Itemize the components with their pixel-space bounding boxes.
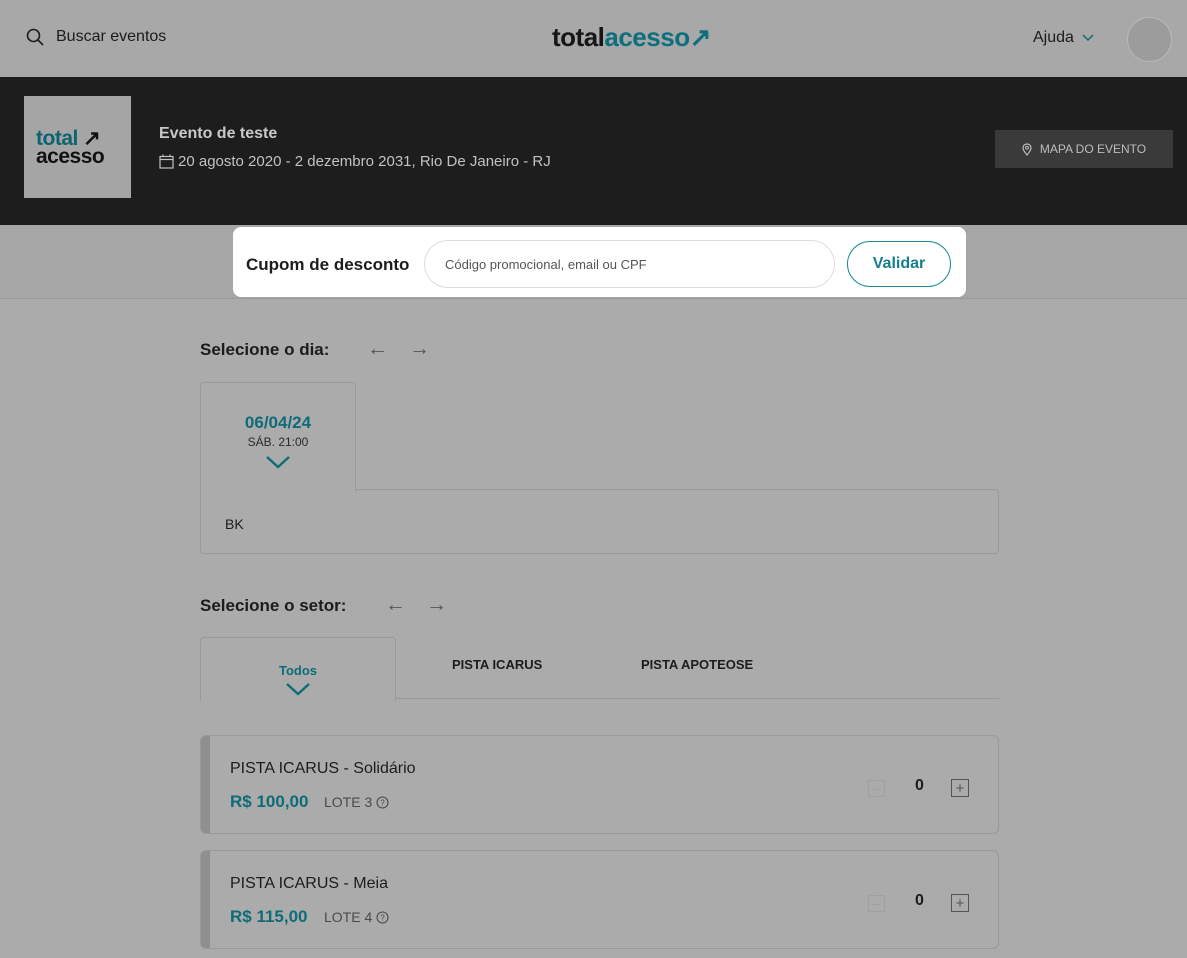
svg-text:?: ?: [381, 798, 386, 807]
ticket-lote-label: LOTE 3: [324, 794, 373, 810]
event-date-location: 20 agosto 2020 - 2 dezembro 2031, Rio De…: [159, 153, 551, 170]
select-sector-heading: Selecione o setor:: [200, 596, 347, 615]
ticket-stripe: [201, 736, 210, 833]
help-label: Ajuda: [1033, 29, 1074, 46]
site-logo[interactable]: totalacesso↗: [552, 22, 711, 53]
day-next-arrow-icon[interactable]: →: [409, 338, 430, 359]
tab-pista-icarus[interactable]: PISTA ICARUS: [452, 657, 542, 672]
increase-quantity-button[interactable]: +: [951, 894, 969, 912]
decrease-quantity-button[interactable]: −: [868, 895, 885, 912]
event-banner: total ↗ acesso Evento de teste 20 agosto…: [0, 77, 1187, 225]
ticket-price: R$ 115,00: [230, 907, 308, 926]
ticket-lote[interactable]: LOTE 3 ?: [324, 794, 389, 810]
help-circle-icon: ?: [376, 795, 389, 809]
day-time: SÁB. 21:00: [247, 435, 309, 449]
ticket-quantity: 0: [915, 892, 924, 909]
ticket-stripe: [201, 851, 210, 948]
ticket-lote[interactable]: LOTE 4 ?: [324, 909, 389, 925]
ticket-name: PISTA ICARUS - Meia: [230, 875, 388, 892]
logo-text-acesso: acesso: [604, 22, 690, 52]
day-panel: BK: [200, 489, 999, 554]
chevron-down-icon: [286, 683, 310, 696]
coupon-input[interactable]: [424, 240, 835, 288]
tab-pista-apoteose[interactable]: PISTA APOTEOSE: [641, 657, 753, 672]
chevron-down-icon: [266, 456, 290, 469]
day-date: 06/04/24: [244, 413, 312, 432]
calendar-icon: [159, 154, 174, 169]
validate-button[interactable]: Validar: [847, 241, 951, 287]
event-title: Evento de teste: [159, 125, 278, 142]
ticket-card: PISTA ICARUS - Solidário R$ 100,00 LOTE …: [200, 735, 999, 834]
svg-text:?: ?: [381, 913, 386, 922]
ticket-card: PISTA ICARUS - Meia R$ 115,00 LOTE 4 ? −…: [200, 850, 999, 949]
day-panel-text: BK: [225, 516, 244, 532]
event-map-button[interactable]: MAPA DO EVENTO: [995, 130, 1173, 168]
help-circle-icon: ?: [376, 910, 389, 924]
event-date-text: 20 agosto 2020 - 2 dezembro 2031, Rio De…: [178, 153, 551, 170]
logo-text-total: total: [552, 22, 605, 52]
ticket-quantity: 0: [915, 777, 924, 794]
ticket-lote-label: LOTE 4: [324, 909, 373, 925]
search-events[interactable]: Buscar eventos: [26, 28, 166, 46]
decrease-quantity-button[interactable]: −: [868, 780, 885, 797]
increase-quantity-button[interactable]: +: [951, 779, 969, 797]
chevron-down-icon: [1082, 34, 1094, 42]
ticket-price: R$ 100,00: [230, 792, 309, 811]
user-avatar[interactable]: [1127, 17, 1172, 62]
tab-todos-label: Todos: [278, 663, 318, 678]
coupon-label: Cupom de desconto: [246, 255, 410, 274]
coupon-box: Cupom de desconto Validar: [233, 227, 966, 297]
event-map-label: MAPA DO EVENTO: [1039, 142, 1147, 156]
help-menu[interactable]: Ajuda: [1033, 29, 1094, 47]
tab-todos[interactable]: Todos: [200, 637, 396, 701]
event-logo-acesso: acesso: [36, 145, 105, 168]
day-tab-selected[interactable]: 06/04/24 SÁB. 21:00: [200, 382, 356, 492]
ticket-name: PISTA ICARUS - Solidário: [230, 760, 416, 777]
sector-prev-arrow-icon[interactable]: ←: [385, 594, 406, 615]
select-day-heading: Selecione o dia:: [200, 340, 330, 359]
sector-tabs-divider: [395, 698, 999, 699]
sector-next-arrow-icon[interactable]: →: [426, 594, 447, 615]
search-icon: [26, 28, 44, 46]
day-prev-arrow-icon[interactable]: ←: [367, 338, 388, 359]
map-pin-icon: [1022, 142, 1032, 156]
logo-arrow-icon: ↗: [689, 22, 712, 52]
event-logo: total ↗ acesso: [24, 96, 131, 198]
search-label: Buscar eventos: [56, 28, 167, 45]
top-navbar: Buscar eventos totalacesso↗ Ajuda: [0, 0, 1187, 77]
